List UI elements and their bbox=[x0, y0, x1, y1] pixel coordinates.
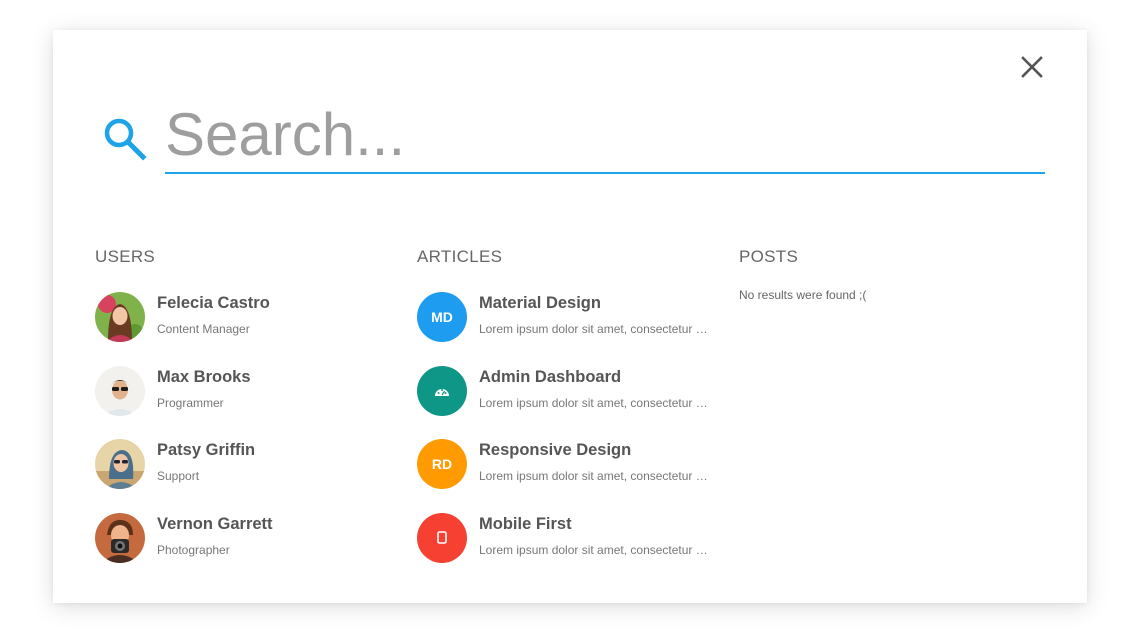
close-icon bbox=[1021, 56, 1043, 78]
article-item-mobile-first[interactable]: Mobile First Lorem ipsum dolor sit amet,… bbox=[417, 512, 717, 563]
article-title: Responsive Design bbox=[479, 441, 632, 459]
avatar bbox=[95, 512, 145, 563]
posts-empty-message: No results were found ;( bbox=[739, 288, 867, 302]
article-badge bbox=[417, 512, 467, 563]
avatar bbox=[95, 365, 145, 416]
mobile-icon bbox=[437, 531, 447, 544]
article-excerpt: Lorem ipsum dolor sit amet, consectetur … bbox=[479, 542, 711, 557]
article-badge: MD bbox=[417, 292, 467, 342]
user-name: Felecia Castro bbox=[157, 294, 270, 312]
article-item-admin-dashboard[interactable]: Admin Dashboard Lorem ipsum dolor sit am… bbox=[417, 365, 717, 416]
user-item-max-brooks[interactable]: Max Brooks Programmer bbox=[95, 365, 395, 416]
search-input[interactable] bbox=[165, 96, 1045, 174]
article-badge: RD bbox=[417, 439, 467, 489]
article-title: Mobile First bbox=[479, 514, 572, 533]
user-item-vernon-garrett[interactable]: Vernon Garrett Photographer bbox=[95, 512, 395, 563]
article-title: Material Design bbox=[479, 294, 601, 312]
user-item-patsy-griffin[interactable]: Patsy Griffin Support bbox=[95, 439, 395, 489]
user-name: Vernon Garrett bbox=[157, 514, 273, 533]
articles-section: ARTICLES MD Material Design Lorem ipsum … bbox=[417, 246, 717, 586]
user-item-felecia-castro[interactable]: Felecia Castro Content Manager bbox=[95, 292, 395, 342]
users-heading: USERS bbox=[95, 247, 156, 266]
search-panel: USERS Felecia Castro Content Manager bbox=[53, 30, 1087, 603]
user-role: Content Manager bbox=[157, 322, 250, 336]
user-role: Programmer bbox=[157, 395, 224, 410]
article-excerpt: Lorem ipsum dolor sit amet, consectetur … bbox=[479, 395, 711, 410]
avatar bbox=[95, 439, 145, 489]
article-item-material-design[interactable]: MD Material Design Lorem ipsum dolor sit… bbox=[417, 292, 717, 342]
user-role: Support bbox=[157, 469, 200, 483]
user-role: Photographer bbox=[157, 542, 230, 557]
close-button[interactable] bbox=[1017, 52, 1047, 82]
articles-heading: ARTICLES bbox=[417, 247, 503, 266]
user-name: Patsy Griffin bbox=[157, 441, 256, 459]
posts-heading: POSTS bbox=[739, 247, 799, 266]
article-title: Admin Dashboard bbox=[479, 367, 622, 386]
article-excerpt: Lorem ipsum dolor sit amet, consectetur … bbox=[479, 469, 711, 483]
article-excerpt: Lorem ipsum dolor sit amet, consectetur … bbox=[479, 322, 711, 336]
search-icon bbox=[99, 114, 147, 162]
article-badge bbox=[417, 365, 467, 416]
avatar bbox=[95, 292, 145, 342]
users-section: USERS Felecia Castro Content Manager Max… bbox=[95, 246, 395, 586]
article-item-responsive-design[interactable]: RD Responsive Design Lorem ipsum dolor s… bbox=[417, 439, 717, 489]
user-name: Max Brooks bbox=[157, 367, 251, 386]
posts-section: POSTS No results were found ;( bbox=[739, 246, 1039, 302]
dashboard-icon bbox=[435, 388, 449, 396]
